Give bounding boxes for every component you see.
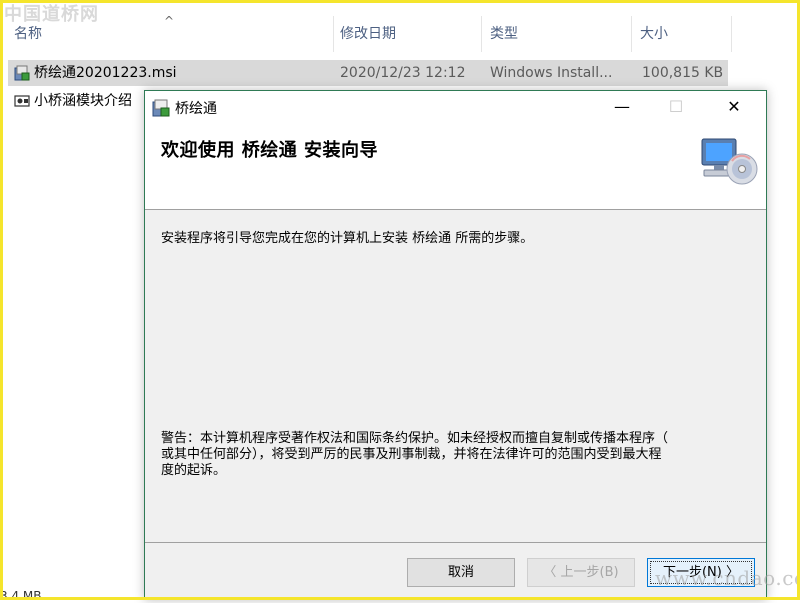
file-size: 100,815 KB bbox=[642, 65, 724, 81]
warning-line: 度的起诉。 bbox=[161, 463, 227, 478]
footer-divider bbox=[145, 542, 766, 543]
column-modified[interactable]: 修改日期 bbox=[332, 16, 482, 52]
column-type[interactable]: 类型 bbox=[482, 16, 632, 52]
installer-package-icon bbox=[152, 99, 170, 117]
dialog-title: 桥绘通 bbox=[175, 101, 217, 117]
installer-package-icon bbox=[14, 65, 30, 81]
back-button[interactable]: 〈 上一步(B) bbox=[527, 558, 635, 587]
watermark-top: 中国道桥网 bbox=[4, 4, 99, 25]
explorer-column-header: ^ 名称 修改日期 类型 大小 bbox=[0, 14, 740, 52]
file-row-msi[interactable]: 桥绘通20201223.msi 2020/12/23 12:12 Windows… bbox=[8, 60, 728, 86]
status-size-fragment: 3.4 MB bbox=[0, 589, 42, 603]
watermark-bottom: www.cndao.com bbox=[655, 566, 800, 590]
computer-cd-icon bbox=[701, 138, 758, 185]
wizard-intro-text: 安装程序将引导您完成在您的计算机上安装 桥绘通 所需的步骤。 bbox=[161, 231, 534, 246]
minimize-button[interactable]: — bbox=[599, 91, 645, 123]
file-name: 小桥涵模块介绍 bbox=[34, 93, 132, 109]
file-type: Windows Install... bbox=[490, 65, 613, 81]
wizard-banner-title: 欢迎使用 桥绘通 安装向导 bbox=[161, 140, 379, 161]
maximize-button[interactable]: ☐ bbox=[653, 91, 699, 123]
close-button[interactable]: ✕ bbox=[711, 91, 757, 123]
file-modified: 2020/12/23 12:12 bbox=[340, 65, 466, 81]
copyright-warning: 警告：本计算机程序受著作权法和国际条约保护。如未经授权而擅自复制或传播本程序（ … bbox=[161, 431, 756, 479]
cancel-button[interactable]: 取消 bbox=[407, 558, 515, 587]
wizard-banner: 欢迎使用 桥绘通 安装向导 bbox=[145, 123, 766, 210]
warning-line: 警告：本计算机程序受著作权法和国际条约保护。如未经授权而擅自复制或传播本程序（ bbox=[161, 431, 669, 446]
column-size[interactable]: 大小 bbox=[632, 16, 732, 52]
installer-dialog: 桥绘通 — ☐ ✕ 欢迎使用 桥绘通 安装向导 安装程序将引导您完成在您的计算机… bbox=[144, 90, 767, 600]
dialog-titlebar[interactable]: 桥绘通 — ☐ ✕ bbox=[145, 91, 766, 123]
file-name: 桥绘通20201223.msi bbox=[34, 65, 177, 81]
warning-line: 或其中任何部分），将受到严厉的民事及刑事制裁，并将在法律许可的范围内受到最大程 bbox=[161, 447, 662, 462]
video-file-icon bbox=[14, 95, 30, 107]
